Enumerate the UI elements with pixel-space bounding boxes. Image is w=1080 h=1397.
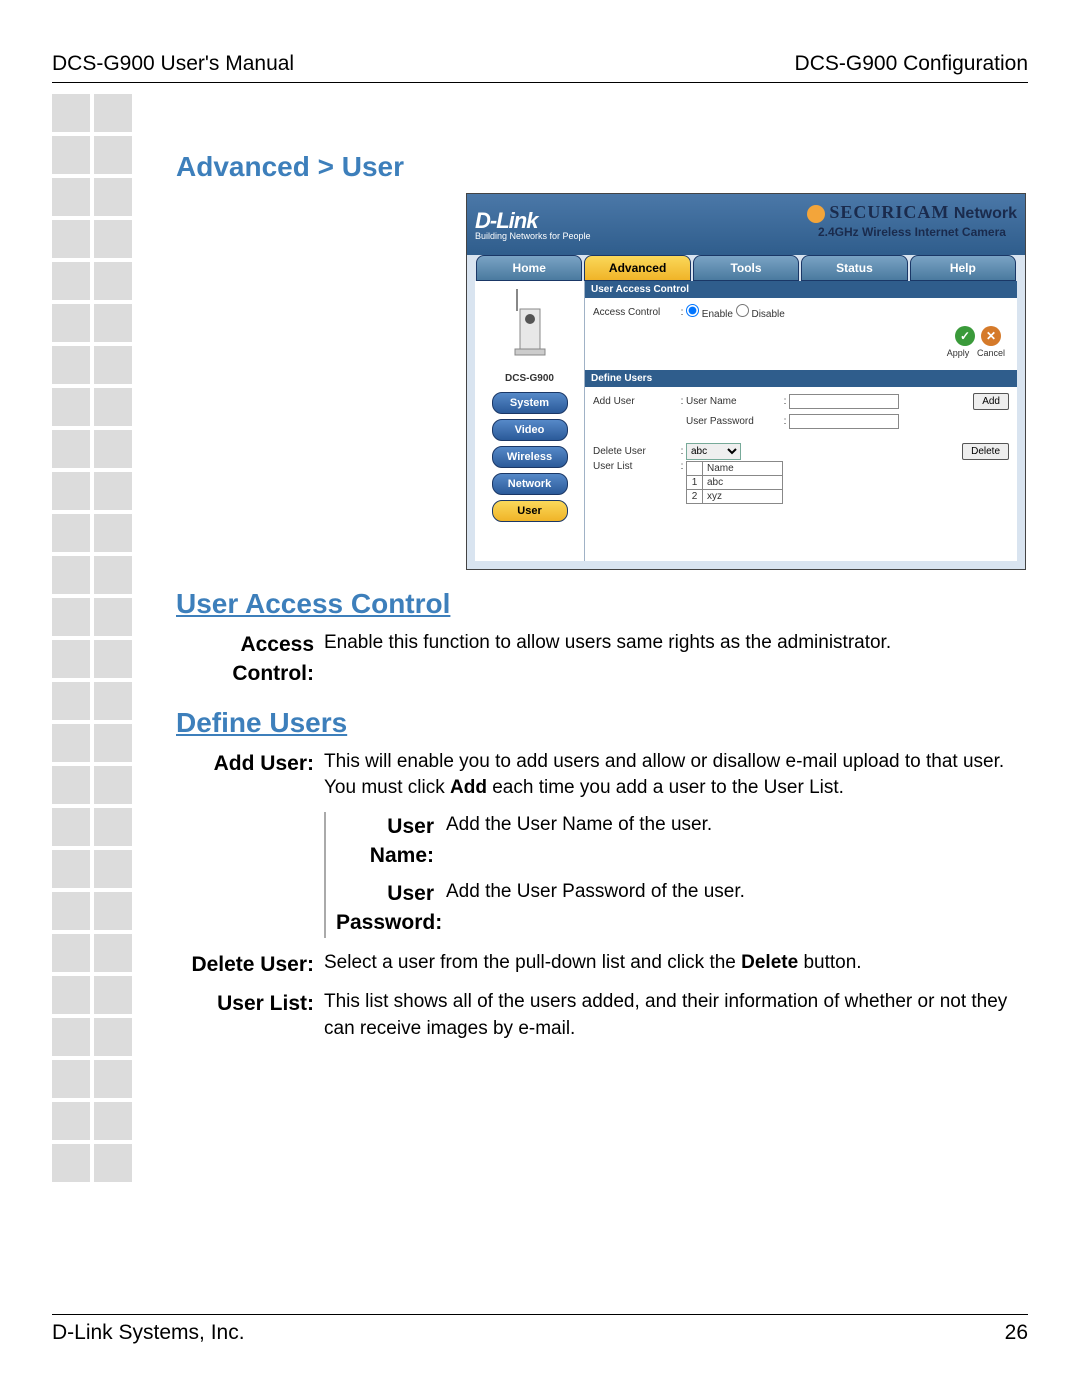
label-user-password: User Password: bbox=[336, 879, 446, 938]
brand-network: Network bbox=[954, 205, 1017, 222]
userpass-input[interactable] bbox=[789, 414, 899, 429]
section-define-users: Define Users bbox=[176, 707, 1028, 739]
userpass-label: User Password bbox=[686, 416, 781, 427]
brand-securicam: SECURICAM bbox=[829, 202, 949, 222]
footer-company: D-Link Systems, Inc. bbox=[52, 1321, 245, 1345]
user-table: Name 1abc 2xyz bbox=[686, 461, 783, 504]
decorative-grid bbox=[52, 94, 136, 1186]
page-number: 26 bbox=[1005, 1321, 1028, 1345]
nav-video[interactable]: Video bbox=[492, 419, 568, 441]
label-user-list: User List: bbox=[176, 989, 324, 1042]
section-user-access-control: User Access Control bbox=[176, 588, 1028, 620]
desc-delete-user: Select a user from the pull-down list an… bbox=[324, 950, 1028, 979]
nav-user[interactable]: User bbox=[492, 500, 568, 522]
tab-tools[interactable]: Tools bbox=[693, 255, 799, 281]
apply-icon[interactable]: ✓ bbox=[955, 326, 975, 346]
nav-wireless[interactable]: Wireless bbox=[492, 446, 568, 468]
nav-system[interactable]: System bbox=[492, 392, 568, 414]
tab-status[interactable]: Status bbox=[801, 255, 907, 281]
username-input[interactable] bbox=[789, 394, 899, 409]
label-user-name: User Name: bbox=[336, 812, 446, 871]
cancel-label: Cancel bbox=[977, 348, 1003, 358]
desc-user-list: This list shows all of the users added, … bbox=[324, 989, 1028, 1042]
desc-add-user: This will enable you to add users and al… bbox=[324, 749, 1028, 802]
cancel-icon[interactable]: ✕ bbox=[981, 326, 1001, 346]
delete-button[interactable]: Delete bbox=[962, 443, 1009, 460]
userlist-label: User List bbox=[593, 461, 678, 472]
radio-disable[interactable]: Disable bbox=[736, 304, 785, 320]
tab-home[interactable]: Home bbox=[476, 255, 582, 281]
adduser-label: Add User bbox=[593, 396, 678, 407]
model-label: DCS-G900 bbox=[481, 373, 578, 384]
table-row: xyz bbox=[703, 490, 783, 504]
deleteuser-label: Delete User bbox=[593, 446, 678, 457]
header-right: DCS-G900 Configuration bbox=[795, 52, 1028, 76]
nav-network[interactable]: Network bbox=[492, 473, 568, 495]
label-access-control: Access Control: bbox=[176, 630, 324, 689]
header-left: DCS-G900 User's Manual bbox=[52, 52, 294, 76]
label-delete-user: Delete User: bbox=[176, 950, 324, 979]
tab-help[interactable]: Help bbox=[910, 255, 1016, 281]
section-bar-define: Define Users bbox=[585, 370, 1017, 387]
section-bar-access: User Access Control bbox=[585, 281, 1017, 298]
dlink-tagline: Building Networks for People bbox=[475, 231, 591, 241]
radio-enable[interactable]: Enable bbox=[686, 304, 733, 320]
desc-user-password: Add the User Password of the user. bbox=[446, 879, 1028, 938]
deleteuser-select[interactable]: abc bbox=[686, 443, 741, 460]
lock-icon bbox=[807, 205, 825, 223]
product-subtitle: 2.4GHz Wireless Internet Camera bbox=[807, 223, 1017, 245]
page-title: Advanced > User bbox=[176, 151, 1028, 183]
desc-user-name: Add the User Name of the user. bbox=[446, 812, 1028, 871]
apply-label: Apply bbox=[945, 348, 971, 358]
label-add-user: Add User: bbox=[176, 749, 324, 802]
dlink-logo: D-Link bbox=[475, 208, 537, 233]
add-button[interactable]: Add bbox=[973, 393, 1009, 410]
tab-advanced[interactable]: Advanced bbox=[584, 255, 690, 281]
camera-icon bbox=[505, 289, 555, 369]
table-row: abc bbox=[703, 476, 783, 490]
desc-access-control: Enable this function to allow users same… bbox=[324, 630, 1028, 689]
config-screenshot: D-Link Building Networks for People SECU… bbox=[466, 193, 1026, 570]
access-control-label: Access Control bbox=[593, 307, 678, 318]
username-label: User Name bbox=[686, 396, 781, 407]
